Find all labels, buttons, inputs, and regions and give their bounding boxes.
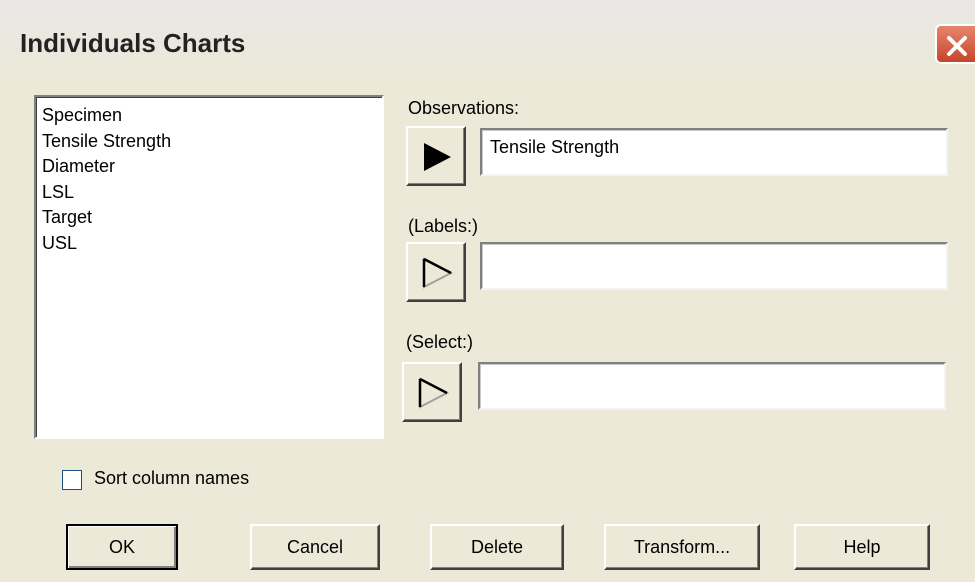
- observations-arrow-button[interactable]: [406, 126, 466, 186]
- sort-checkbox[interactable]: [62, 470, 82, 490]
- close-icon: [947, 36, 967, 56]
- play-filled-icon: [424, 143, 451, 171]
- ok-button[interactable]: OK: [66, 524, 178, 570]
- close-button[interactable]: [935, 24, 975, 64]
- observations-label: Observations:: [408, 98, 520, 118]
- select-arrow-button[interactable]: [402, 362, 462, 422]
- list-item[interactable]: Specimen: [42, 103, 382, 129]
- list-item[interactable]: Diameter: [42, 154, 382, 180]
- labels-input[interactable]: [480, 242, 948, 290]
- delete-button[interactable]: Delete: [430, 524, 564, 570]
- variable-list[interactable]: Specimen Tensile Strength Diameter LSL T…: [34, 95, 384, 439]
- help-button[interactable]: Help: [794, 524, 930, 570]
- observations-input[interactable]: Tensile Strength: [480, 128, 948, 176]
- list-item[interactable]: LSL: [42, 180, 382, 206]
- list-item[interactable]: USL: [42, 231, 382, 257]
- cancel-button[interactable]: Cancel: [250, 524, 380, 570]
- dialog-title: Individuals Charts: [20, 28, 246, 58]
- list-item[interactable]: Tensile Strength: [42, 129, 382, 155]
- labels-label: (Labels:): [408, 216, 479, 236]
- labels-arrow-button[interactable]: [406, 242, 466, 302]
- transform-button[interactable]: Transform...: [604, 524, 760, 570]
- list-item[interactable]: Target: [42, 205, 382, 231]
- select-label: (Select:): [406, 332, 474, 352]
- sort-checkbox-label[interactable]: Sort column names: [94, 468, 249, 489]
- dialog-window: Individuals Charts Specimen Tensile Stre…: [0, 0, 975, 582]
- select-input[interactable]: [478, 362, 946, 410]
- play-outline-icon: [418, 377, 450, 409]
- title-bar: Individuals Charts: [0, 0, 975, 84]
- play-outline-icon: [422, 257, 454, 289]
